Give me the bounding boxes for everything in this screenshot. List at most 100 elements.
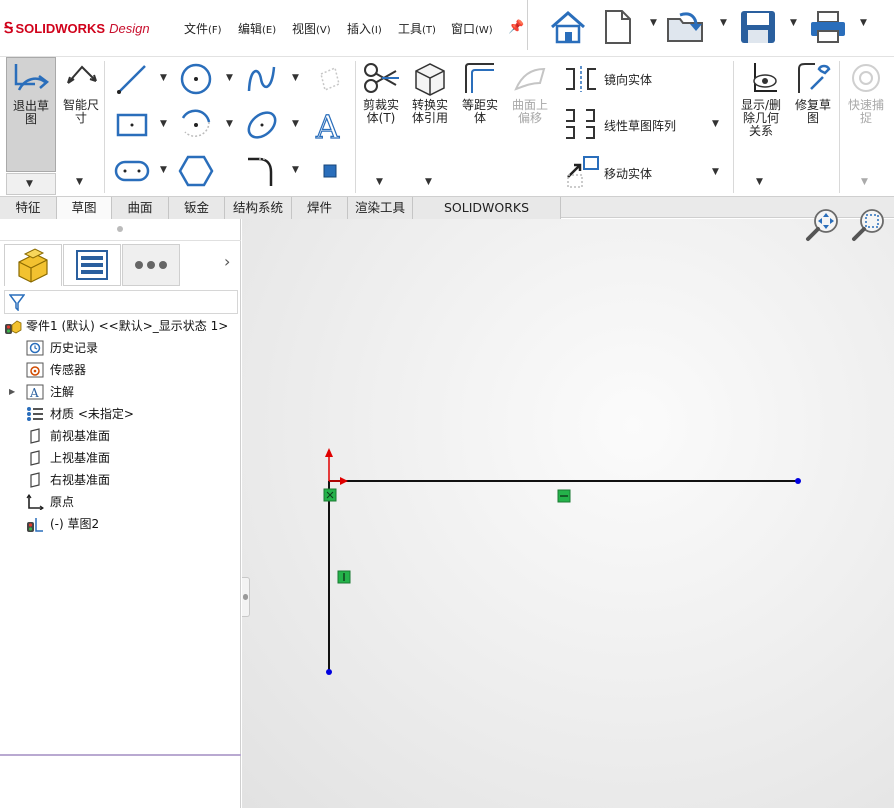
chevron-down-icon[interactable]: ▼ — [292, 119, 299, 129]
chevron-down-icon[interactable]: ▼ — [226, 73, 233, 83]
tree-item-material[interactable]: 材质 <未指定> — [0, 403, 241, 425]
tab-surfaces[interactable]: 曲面 — [112, 197, 169, 219]
move-entities-button[interactable]: 移动实体 ▼ — [562, 155, 732, 189]
tab-weldments[interactable]: 焊件 — [292, 197, 348, 219]
chevron-down-icon: ▼ — [861, 177, 868, 187]
tree-item-sensors[interactable]: 传感器 — [0, 359, 241, 381]
tree-item-annotations[interactable]: ▶ A 注解 — [0, 381, 241, 403]
feature-manager-tab-icon[interactable] — [4, 244, 62, 286]
save-icon[interactable] — [738, 8, 778, 46]
horizontal-relation-icon[interactable] — [557, 489, 571, 503]
open-dropdown-chevron-icon[interactable]: ▼ — [720, 18, 727, 28]
chevron-down-icon[interactable]: ▼ — [76, 177, 83, 187]
chevron-down-icon[interactable]: ▼ — [160, 165, 167, 175]
chevron-right-icon[interactable]: › — [224, 252, 230, 271]
menu-window[interactable]: 窗口(W) — [451, 20, 493, 37]
ellipse-tool-icon[interactable] — [244, 107, 280, 143]
chevron-down-icon[interactable]: ▼ — [160, 119, 167, 129]
circle-tool-icon[interactable] — [178, 61, 214, 97]
chevron-down-icon[interactable]: ▼ — [376, 177, 383, 187]
graphics-area[interactable] — [242, 209, 894, 808]
print-icon[interactable] — [808, 8, 848, 46]
menu-edit[interactable]: 编辑(E) — [238, 20, 276, 37]
offset-entities-label: 等距实 体 — [461, 98, 498, 125]
pin-menu-icon[interactable]: 📌 — [508, 20, 524, 35]
line-tool-icon[interactable] — [114, 61, 150, 97]
vertical-relation-icon[interactable] — [337, 570, 351, 584]
panel-grip[interactable] — [0, 219, 241, 241]
history-icon — [26, 340, 44, 356]
chevron-down-icon[interactable]: ▼ — [425, 177, 432, 187]
line-endpoint[interactable] — [795, 478, 801, 484]
tab-render-tools[interactable]: 渲染工具 — [348, 197, 413, 219]
coincident-relation-icon[interactable] — [323, 488, 337, 502]
sensor-icon — [26, 362, 44, 378]
chevron-down-icon[interactable]: ▼ — [712, 167, 719, 177]
chevron-down-icon[interactable]: ▼ — [712, 119, 719, 129]
tree-item-history[interactable]: 历史记录 — [0, 337, 241, 359]
plane-icon — [30, 450, 40, 466]
chevron-down-icon[interactable]: ▼ — [160, 73, 167, 83]
text-tool-icon[interactable]: A — [312, 107, 348, 143]
new-dropdown-chevron-icon[interactable]: ▼ — [650, 18, 657, 28]
open-file-icon[interactable] — [666, 8, 706, 46]
expand-arrow-icon[interactable]: ▶ — [9, 381, 15, 403]
tree-item-sketch2[interactable]: (-) 草图2 — [0, 513, 241, 535]
display-delete-relations-button[interactable]: 显示/删 除几何 关系 ▼ — [738, 57, 784, 195]
tab-structure-system[interactable]: 结构系统 — [225, 197, 292, 219]
tab-sketch[interactable]: 草图 — [57, 197, 112, 219]
exit-sketch-dropdown[interactable]: ▼ — [6, 173, 56, 195]
repair-sketch-label: 修复草 图 — [794, 98, 831, 125]
fillet-tool-icon[interactable] — [244, 153, 280, 189]
tree-item-front-plane[interactable]: 前视基准面 — [0, 425, 241, 447]
rectangle-tool-icon[interactable] — [114, 107, 150, 143]
rollback-bar[interactable] — [0, 754, 241, 756]
tab-features[interactable]: 特征 — [0, 197, 57, 219]
slot-tool-icon[interactable] — [114, 153, 150, 189]
home-icon[interactable] — [548, 8, 588, 46]
offset-entities-button[interactable]: 等距实 体 — [458, 57, 502, 195]
polygon-tool-icon[interactable] — [178, 153, 214, 189]
tree-item-origin[interactable]: 原点 — [0, 491, 241, 513]
menu-tools[interactable]: 工具(T) — [398, 20, 436, 37]
menu-insert[interactable]: 插入(I) — [347, 20, 382, 37]
point-tool-icon[interactable] — [312, 153, 348, 189]
tree-item-top-plane[interactable]: 上视基准面 — [0, 447, 241, 469]
trim-entities-button[interactable]: 剪裁实 体(T) ▼ — [360, 57, 402, 195]
convert-entities-button[interactable]: 转换实 体引用 ▼ — [408, 57, 452, 195]
menu-view[interactable]: 视图(V) — [292, 20, 331, 37]
chevron-down-icon[interactable]: ▼ — [226, 119, 233, 129]
arc-tool-icon[interactable] — [178, 107, 214, 143]
chevron-down-icon[interactable]: ▼ — [292, 165, 299, 175]
tree-item-label: 注解 — [50, 385, 75, 399]
tree-root-part[interactable]: 零件1 (默认) <<默认>_显示状态 1> — [0, 315, 241, 337]
more-tabs-icon[interactable] — [122, 244, 180, 286]
solidworks-logo[interactable]: Ꭶ SOLIDWORKS Design — [4, 20, 150, 37]
mirror-entities-button[interactable]: 镜向实体 — [562, 63, 732, 93]
tab-sheet-metal[interactable]: 钣金 — [169, 197, 225, 219]
print-dropdown-chevron-icon[interactable]: ▼ — [860, 18, 867, 28]
tree-item-label: 上视基准面 — [50, 451, 111, 465]
spline-tool-icon[interactable] — [244, 61, 280, 97]
plane-icon — [30, 428, 40, 444]
line-endpoint[interactable] — [326, 669, 332, 675]
chevron-down-icon[interactable]: ▼ — [292, 73, 299, 83]
new-document-icon[interactable] — [598, 8, 638, 46]
chevron-down-icon[interactable]: ▼ — [756, 177, 763, 187]
svg-text:A: A — [29, 386, 39, 400]
tree-item-right-plane[interactable]: 右视基准面 — [0, 469, 241, 491]
tab-solidworks-inspection[interactable]: SOLIDWORKS Inspection — [413, 197, 561, 236]
repair-sketch-button[interactable]: 修复草 图 — [790, 57, 836, 195]
menu-file[interactable]: 文件(F) — [184, 20, 222, 37]
smart-dimension-button[interactable]: 智能尺 寸 ▼ — [58, 57, 104, 195]
tree-root-label: 零件1 (默认) <<默认>_显示状态 1> — [26, 319, 229, 333]
panel-collapse-handle[interactable] — [242, 577, 250, 617]
command-tabs: 特征 草图 曲面 钣金 结构系统 焊件 渲染工具 SOLIDWORKS Insp… — [0, 196, 894, 236]
offset-on-surface-button: 曲面上 偏移 — [508, 57, 552, 195]
exit-sketch-button[interactable]: 退出草 图 — [6, 57, 56, 172]
save-dropdown-chevron-icon[interactable]: ▼ — [790, 18, 797, 28]
sketch-canvas[interactable] — [242, 219, 894, 808]
tree-filter-input[interactable] — [4, 290, 238, 314]
linear-pattern-button[interactable]: 线性草图阵列 ▼ — [562, 107, 732, 141]
property-manager-tab-icon[interactable] — [63, 244, 121, 286]
